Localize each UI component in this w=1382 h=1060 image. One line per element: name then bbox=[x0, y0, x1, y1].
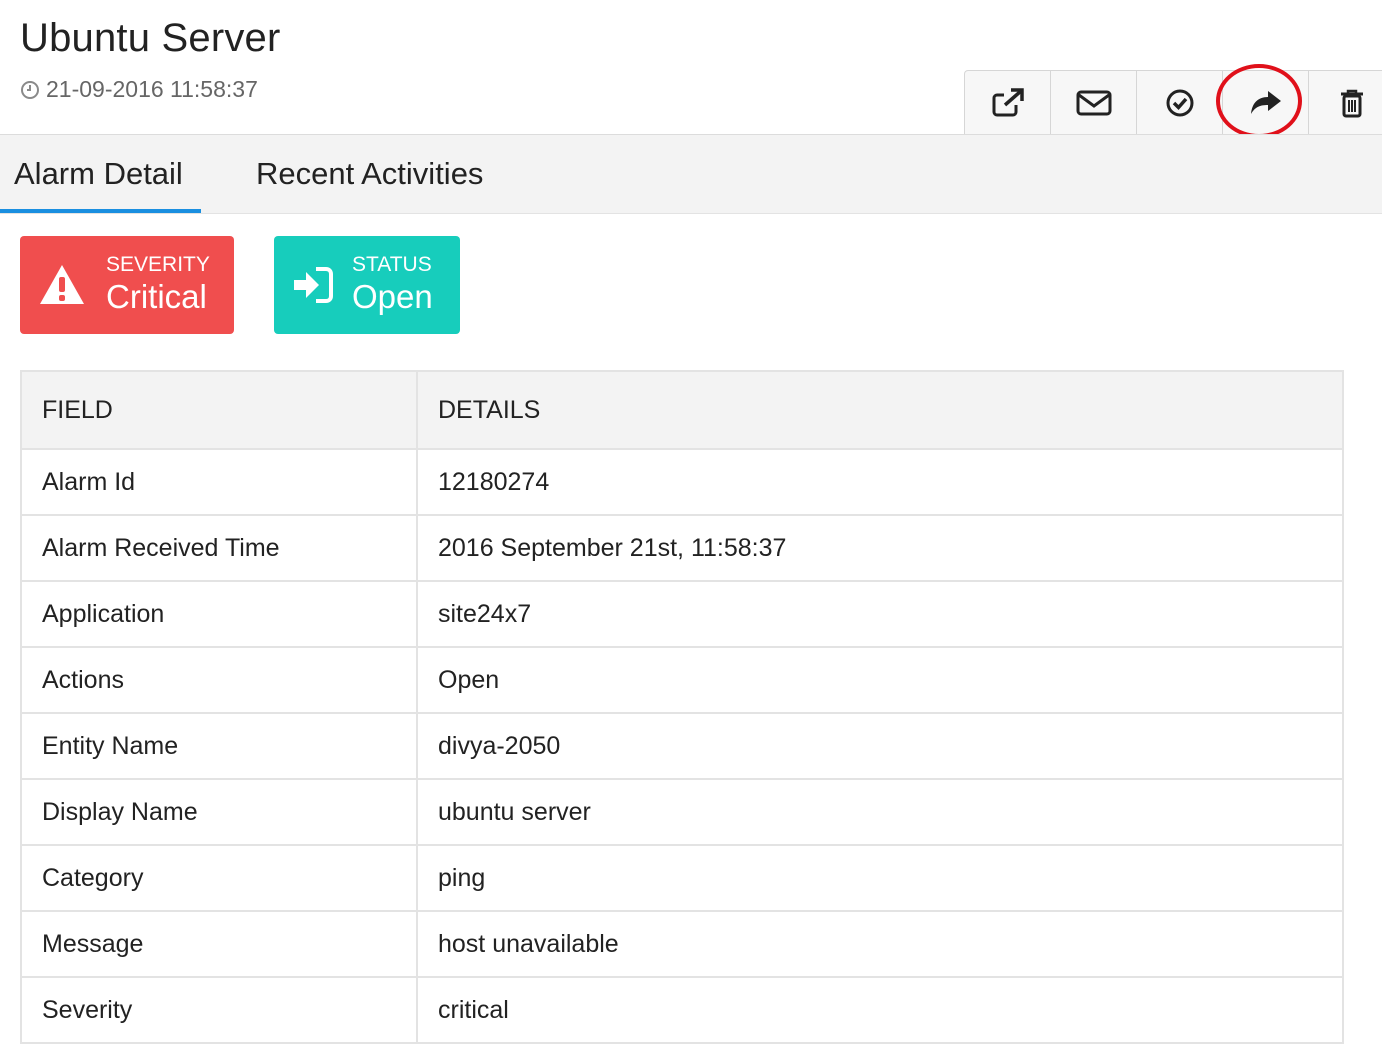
severity-badge: SEVERITY Critical bbox=[20, 236, 234, 334]
table-row: Severity critical bbox=[20, 976, 1344, 1044]
details-cell: 12180274 bbox=[416, 448, 1344, 516]
page-title: Ubuntu Server bbox=[20, 16, 281, 60]
table-row: Alarm Id 12180274 bbox=[20, 448, 1344, 516]
details-cell: site24x7 bbox=[416, 580, 1344, 648]
action-toolbar bbox=[964, 70, 1382, 135]
severity-label: SEVERITY bbox=[106, 253, 210, 276]
tab-recent-activities[interactable]: Recent Activities bbox=[256, 135, 483, 213]
alarm-details-table: FIELD DETAILS Alarm Id 12180274 Alarm Re… bbox=[20, 370, 1344, 1044]
check-circle-icon bbox=[1166, 89, 1193, 117]
table-row: Message host unavailable bbox=[20, 910, 1344, 978]
field-cell: Message bbox=[20, 910, 418, 978]
details-cell: divya-2050 bbox=[416, 712, 1344, 780]
column-header-details: DETAILS bbox=[416, 370, 1344, 450]
field-cell: Actions bbox=[20, 646, 418, 714]
field-cell: Application bbox=[20, 580, 418, 648]
envelope-icon bbox=[1076, 90, 1111, 116]
table-row: Application site24x7 bbox=[20, 580, 1344, 648]
share-forward-icon bbox=[1250, 91, 1281, 114]
field-cell: Severity bbox=[20, 976, 418, 1044]
field-cell: Alarm Received Time bbox=[20, 514, 418, 582]
timestamp: 21-09-2016 11:58:37 bbox=[20, 76, 258, 103]
table-row: Display Name ubuntu server bbox=[20, 778, 1344, 846]
email-button[interactable] bbox=[1051, 71, 1137, 135]
open-external-button[interactable] bbox=[965, 71, 1051, 135]
delete-button[interactable] bbox=[1309, 71, 1382, 135]
table-row: Actions Open bbox=[20, 646, 1344, 714]
timestamp-text: 21-09-2016 11:58:37 bbox=[46, 76, 258, 102]
details-cell: critical bbox=[416, 976, 1344, 1044]
clock-icon bbox=[21, 80, 39, 99]
details-cell: host unavailable bbox=[416, 910, 1344, 978]
status-label: STATUS bbox=[352, 253, 432, 276]
status-value: Open bbox=[352, 278, 433, 315]
tab-alarm-detail[interactable]: Alarm Detail bbox=[0, 135, 201, 213]
acknowledge-button[interactable] bbox=[1137, 71, 1223, 135]
forward-button[interactable] bbox=[1223, 71, 1309, 135]
field-cell: Category bbox=[20, 844, 418, 912]
field-cell: Alarm Id bbox=[20, 448, 418, 516]
status-badge: STATUS Open bbox=[274, 236, 460, 334]
field-cell: Display Name bbox=[20, 778, 418, 846]
trash-icon bbox=[1340, 89, 1363, 118]
details-cell: 2016 September 21st, 11:58:37 bbox=[416, 514, 1344, 582]
column-header-field: FIELD bbox=[20, 370, 418, 450]
table-row: Category ping bbox=[20, 844, 1344, 912]
details-cell: Open bbox=[416, 646, 1344, 714]
details-cell: ping bbox=[416, 844, 1344, 912]
table-header-row: FIELD DETAILS bbox=[20, 370, 1344, 450]
warning-triangle-icon bbox=[40, 265, 84, 304]
table-row: Entity Name divya-2050 bbox=[20, 712, 1344, 780]
sign-in-icon bbox=[294, 267, 333, 303]
severity-value: Critical bbox=[106, 278, 207, 315]
external-link-icon bbox=[992, 88, 1024, 117]
field-cell: Entity Name bbox=[20, 712, 418, 780]
details-cell: ubuntu server bbox=[416, 778, 1344, 846]
tab-bar: Alarm Detail Recent Activities bbox=[0, 134, 1382, 214]
table-row: Alarm Received Time 2016 September 21st,… bbox=[20, 514, 1344, 582]
